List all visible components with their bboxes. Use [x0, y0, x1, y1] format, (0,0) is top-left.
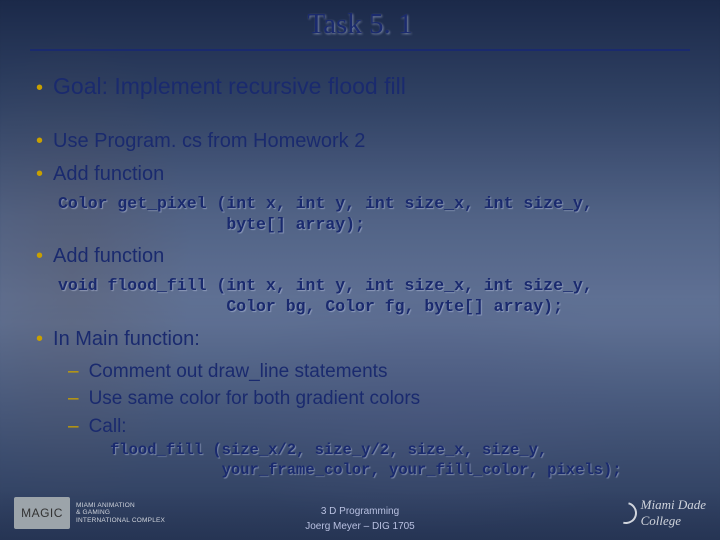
- sub-text: Use same color for both gradient colors: [89, 386, 421, 412]
- footer-center-text: 3 D Programming Joerg Meyer – DIG 1705: [0, 504, 720, 534]
- sub-text: Comment out draw_line statements: [89, 359, 388, 385]
- bullet-icon: •: [36, 326, 43, 353]
- bullet-add-function-1: • Add function: [36, 161, 692, 188]
- bullet-use-program: • Use Program. cs from Homework 2: [36, 128, 692, 155]
- bullet-in-main: • In Main function:: [36, 326, 692, 353]
- bullet-goal: • Goal: Implement recursive flood fill: [36, 71, 692, 102]
- slide-title: Task 5. 1: [30, 8, 690, 51]
- bullet-text: Goal: Implement recursive flood fill: [53, 71, 692, 102]
- bullet-icon: •: [36, 161, 43, 188]
- sub-comment-out: – Comment out draw_line statements: [68, 359, 692, 385]
- code-get-pixel: Color get_pixel (int x, int y, int size_…: [58, 194, 692, 235]
- sub-text: Call:: [89, 414, 127, 440]
- dash-icon: –: [68, 359, 79, 385]
- code-call-flood-fill: flood_fill (size_x/2, size_y/2, size_x, …: [110, 441, 692, 480]
- slide-footer: MAGIC MIAMI ANIMATION & GAMING INTERNATI…: [0, 490, 720, 540]
- slide-container: Task 5. 1 • Goal: Implement recursive fl…: [0, 0, 720, 540]
- bullet-icon: •: [36, 243, 43, 270]
- bullet-icon: •: [36, 75, 43, 102]
- sub-same-color: – Use same color for both gradient color…: [68, 386, 692, 412]
- dash-icon: –: [68, 386, 79, 412]
- bullet-text: Use Program. cs from Homework 2: [53, 128, 692, 155]
- spacer: [28, 108, 692, 122]
- bullet-text: In Main function:: [53, 326, 692, 353]
- bullet-text: Add function: [53, 243, 692, 270]
- bullet-text: Add function: [53, 161, 692, 188]
- dash-icon: –: [68, 414, 79, 440]
- bullet-add-function-2: • Add function: [36, 243, 692, 270]
- footer-course: 3 D Programming: [0, 504, 720, 519]
- sub-call: – Call:: [68, 414, 692, 440]
- slide-content: • Goal: Implement recursive flood fill •…: [28, 71, 692, 480]
- bullet-icon: •: [36, 128, 43, 155]
- code-flood-fill: void flood_fill (int x, int y, int size_…: [58, 276, 692, 317]
- footer-author: Joerg Meyer – DIG 1705: [0, 519, 720, 534]
